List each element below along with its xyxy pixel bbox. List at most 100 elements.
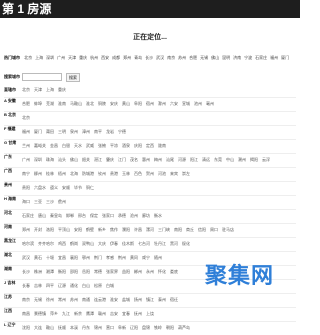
- city-link[interactable]: 衡水: [154, 213, 162, 218]
- city-link[interactable]: 益阳: [122, 269, 130, 274]
- city-link[interactable]: 九江: [62, 311, 70, 316]
- city-link[interactable]: 秦皇岛: [50, 213, 62, 218]
- city-link[interactable]: 湛江: [94, 157, 102, 162]
- city-link[interactable]: 贺州: [146, 171, 154, 176]
- city-link[interactable]: 宿州: [146, 101, 154, 106]
- city-link[interactable]: 怀化: [158, 269, 166, 274]
- city-link[interactable]: 梧州: [58, 171, 66, 176]
- city-link[interactable]: 鹤岗: [70, 241, 78, 246]
- city-link[interactable]: 北海: [70, 171, 78, 176]
- city-link[interactable]: 揭阳: [250, 157, 258, 162]
- city-link[interactable]: 贵港: [110, 171, 118, 176]
- city-link[interactable]: 抚顺: [58, 325, 66, 330]
- city-link[interactable]: 崇左: [182, 171, 190, 176]
- city-link[interactable]: 沧州: [130, 213, 138, 218]
- city-link[interactable]: 阜阳: [134, 101, 142, 106]
- city-link[interactable]: 葫芦岛: [178, 325, 190, 330]
- city-link[interactable]: 北京: [22, 87, 30, 92]
- hot-city-link[interactable]: 青岛: [134, 55, 142, 60]
- city-link[interactable]: 庆阳: [134, 143, 142, 148]
- city-link[interactable]: 汕头: [58, 157, 66, 162]
- city-link[interactable]: 湘潭: [46, 269, 54, 274]
- hot-city-link[interactable]: 济南: [233, 55, 241, 60]
- city-link[interactable]: 武威: [86, 143, 94, 148]
- city-link[interactable]: 阜新: [118, 325, 126, 330]
- city-link[interactable]: 张家界: [106, 269, 118, 274]
- city-link[interactable]: 荆州: [118, 255, 126, 260]
- city-link[interactable]: 上饶: [146, 311, 154, 316]
- city-link[interactable]: 海口: [22, 199, 30, 204]
- city-link[interactable]: 六盘水: [34, 185, 46, 190]
- city-link[interactable]: 铜仁: [86, 185, 94, 190]
- city-link[interactable]: 松原: [94, 283, 102, 288]
- city-link[interactable]: 肇庆: [106, 157, 114, 162]
- city-link[interactable]: 随州: [154, 255, 162, 260]
- city-link[interactable]: 平凉: [110, 143, 118, 148]
- city-link[interactable]: 嘉峪关: [34, 143, 46, 148]
- city-link[interactable]: 阳江: [190, 157, 198, 162]
- city-link[interactable]: 重庆: [58, 87, 66, 92]
- city-link[interactable]: 淮北: [86, 101, 94, 106]
- city-link[interactable]: 邵阳: [70, 269, 78, 274]
- city-link[interactable]: 邢台: [78, 213, 86, 218]
- hot-city-link[interactable]: 佛山: [211, 55, 219, 60]
- city-link[interactable]: 长沙: [22, 269, 30, 274]
- city-link[interactable]: 齐齐哈尔: [38, 241, 54, 246]
- city-link[interactable]: 宜昌: [58, 255, 66, 260]
- search-input[interactable]: [22, 73, 62, 81]
- city-link[interactable]: 防城港: [82, 171, 94, 176]
- hot-city-link[interactable]: 上海: [35, 55, 43, 60]
- city-link[interactable]: 上海: [46, 87, 54, 92]
- hot-city-link[interactable]: 成都: [112, 55, 120, 60]
- city-link[interactable]: 宁德: [118, 129, 126, 134]
- hot-city-link[interactable]: 重庆: [79, 55, 87, 60]
- hot-city-link[interactable]: 杭州: [90, 55, 98, 60]
- city-link[interactable]: 柳州: [34, 171, 42, 176]
- city-link[interactable]: 酒泉: [122, 143, 130, 148]
- hot-city-link[interactable]: 长沙: [145, 55, 153, 60]
- city-link[interactable]: 新余: [74, 311, 82, 316]
- city-link[interactable]: 玉林: [122, 171, 130, 176]
- city-link[interactable]: 滁州: [158, 101, 166, 106]
- city-link[interactable]: 唐山: [38, 213, 46, 218]
- city-link[interactable]: 衡阳: [58, 269, 66, 274]
- city-link[interactable]: 承德: [118, 213, 126, 218]
- city-link[interactable]: 厦门: [34, 129, 42, 134]
- city-link[interactable]: 永州: [146, 269, 154, 274]
- hot-city-link[interactable]: 西安: [101, 55, 109, 60]
- city-link[interactable]: 铜陵: [98, 101, 106, 106]
- city-link[interactable]: 宜春: [122, 311, 130, 316]
- city-link[interactable]: 天津: [34, 87, 42, 92]
- city-link[interactable]: 赣州: [98, 311, 106, 316]
- hot-city-link[interactable]: 宁波: [244, 55, 252, 60]
- city-link[interactable]: 兰州: [22, 143, 30, 148]
- hot-city-link[interactable]: 南京: [167, 55, 175, 60]
- city-link[interactable]: 四平: [46, 283, 54, 288]
- city-link[interactable]: 深圳: [34, 157, 42, 162]
- city-link[interactable]: 吉林: [34, 283, 42, 288]
- city-link[interactable]: 钦州: [98, 171, 106, 176]
- city-link[interactable]: 牡丹江: [154, 241, 166, 246]
- city-link[interactable]: 定西: [146, 143, 154, 148]
- city-link[interactable]: 南宁: [22, 171, 30, 176]
- city-link[interactable]: 黄冈: [130, 255, 138, 260]
- city-link[interactable]: 芜湖: [46, 101, 54, 106]
- city-link[interactable]: 漯河: [146, 227, 154, 232]
- city-link[interactable]: 娄底: [170, 269, 178, 274]
- city-link[interactable]: 鹰潭: [86, 311, 94, 316]
- city-link[interactable]: 三亚: [34, 199, 42, 204]
- city-link[interactable]: 本溪: [70, 325, 78, 330]
- search-button[interactable]: 搜索: [66, 73, 80, 82]
- city-link[interactable]: 新乡: [98, 227, 106, 232]
- city-link[interactable]: 辽源: [58, 283, 66, 288]
- city-link[interactable]: 广州: [22, 157, 30, 162]
- city-link[interactable]: 吉安: [110, 311, 118, 316]
- city-link[interactable]: 南阳: [174, 227, 182, 232]
- city-link[interactable]: 梅州: [154, 157, 162, 162]
- city-link[interactable]: 株洲: [34, 269, 42, 274]
- hot-city-link[interactable]: 深圳: [46, 55, 54, 60]
- city-link[interactable]: 锦州: [94, 325, 102, 330]
- city-link[interactable]: 遵义: [50, 185, 58, 190]
- city-link[interactable]: 信阳: [198, 227, 206, 232]
- city-link[interactable]: 南昌: [22, 311, 30, 316]
